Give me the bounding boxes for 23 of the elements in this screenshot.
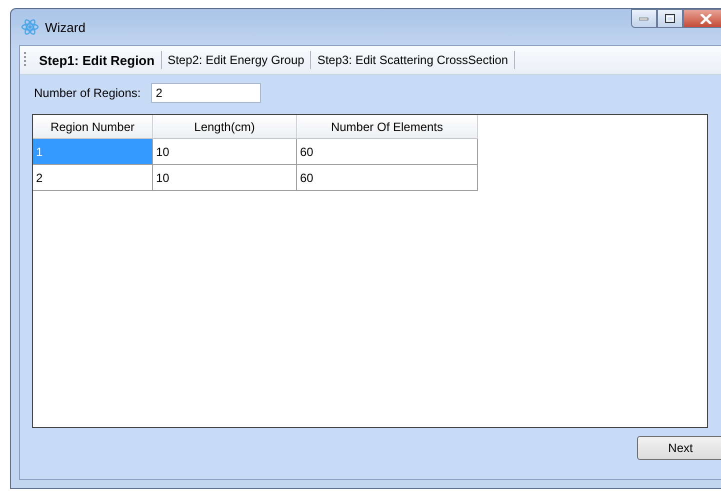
table-cell[interactable]: 2 [33, 165, 153, 191]
minimize-button[interactable] [631, 9, 657, 28]
column-header[interactable]: Length(cm) [153, 115, 297, 139]
grip-icon [24, 51, 27, 69]
table-cell[interactable]: 60 [297, 139, 478, 165]
close-icon [700, 14, 712, 24]
field-label: Number of Regions: [34, 86, 141, 100]
maximize-button[interactable] [657, 9, 683, 28]
column-header[interactable]: Region Number [33, 115, 153, 139]
minimize-icon [639, 16, 649, 20]
column-header[interactable]: Number Of Elements [297, 115, 478, 139]
table-cell[interactable]: 60 [297, 165, 478, 191]
step-tab[interactable]: Step3: Edit Scattering CrossSection [311, 51, 514, 69]
regions-input-field[interactable]: 2 [150, 83, 261, 103]
table-cell[interactable]: 10 [153, 165, 297, 191]
atom-icon [21, 18, 39, 36]
next-button[interactable]: Next [637, 436, 721, 460]
close-button[interactable] [683, 9, 721, 28]
step-tab[interactable]: Step2: Edit Energy Group [162, 51, 310, 69]
window-title: Wizard [45, 20, 86, 34]
table-cell[interactable]: 10 [153, 139, 297, 165]
maximize-icon [665, 14, 675, 23]
step-tab[interactable]: Step1: Edit Region [33, 50, 161, 70]
